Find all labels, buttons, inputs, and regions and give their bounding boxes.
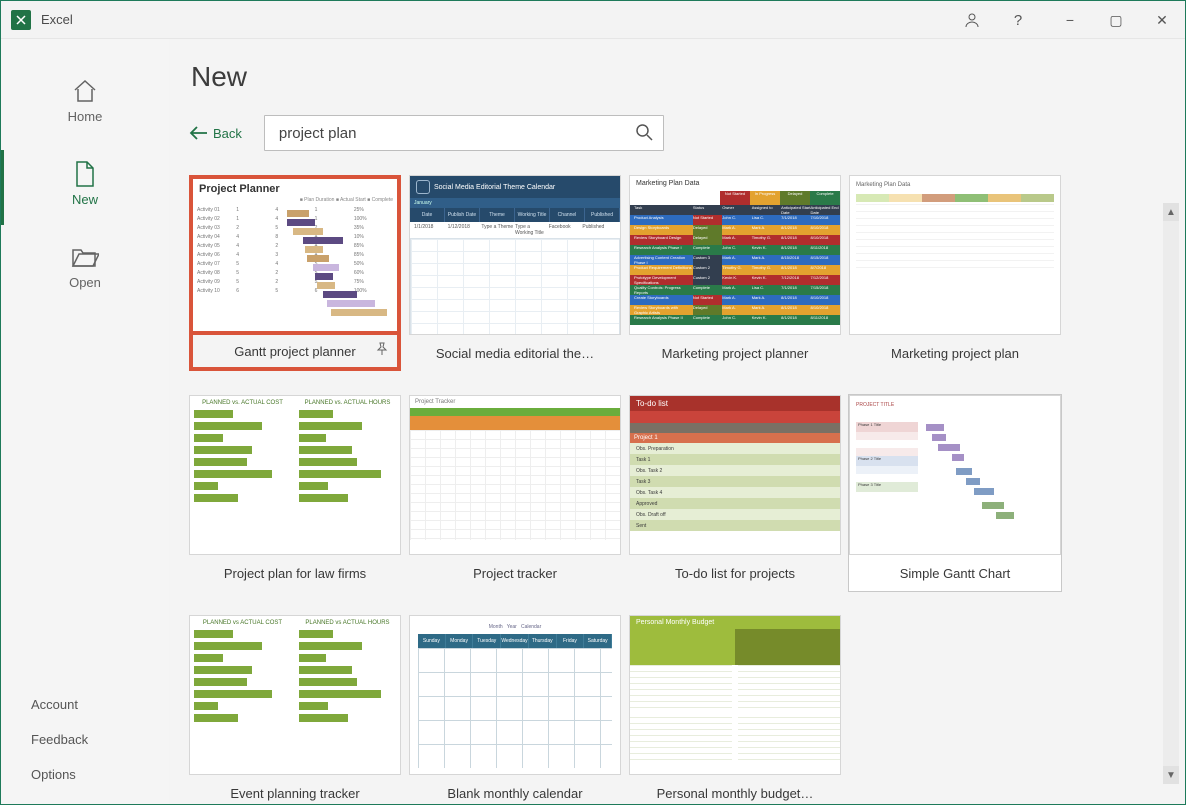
window-controls: − ▢ ✕: [1047, 1, 1185, 39]
template-label: Project tracker: [473, 566, 557, 581]
template-thumb: To-do list Project 1 Obs. Preparation Ta…: [629, 395, 841, 555]
home-icon: [1, 77, 169, 105]
minimize-button[interactable]: −: [1047, 1, 1093, 39]
content-pane: New Back Project Planner ■ Plan Duration…: [169, 39, 1185, 804]
open-icon: [1, 243, 169, 271]
sidebar-item-open[interactable]: Open: [1, 229, 169, 312]
search-top-bar: Back: [189, 115, 1151, 151]
excel-app-icon: [11, 10, 31, 30]
template-label: Marketing project planner: [662, 346, 809, 361]
template-thumb: Month Year Calendar SundayMondayTuesdayW…: [409, 615, 621, 775]
page-title: New: [191, 61, 1151, 93]
account-icon[interactable]: [949, 1, 995, 39]
template-thumb: Personal Monthly Budget: [629, 615, 841, 775]
scroll-down-button[interactable]: ▼: [1163, 766, 1179, 784]
backstage-main: Home New Open Account Feedback Options N…: [1, 39, 1185, 804]
sidebar-item-home[interactable]: Home: [1, 63, 169, 146]
back-label: Back: [213, 126, 242, 141]
template-card-project-tracker[interactable]: Project Tracker Project tracker: [409, 395, 621, 591]
pin-icon[interactable]: [375, 342, 389, 359]
scrollbar-vertical[interactable]: ▲ ▼: [1163, 203, 1179, 784]
template-label: Project plan for law firms: [224, 566, 366, 581]
template-thumb: Marketing Plan Data: [849, 175, 1061, 335]
template-label: Personal monthly budget…: [657, 786, 814, 801]
template-thumb: Marketing Plan Data Not Started In Progr…: [629, 175, 841, 335]
close-button[interactable]: ✕: [1139, 1, 1185, 39]
template-card-blank-calendar[interactable]: Month Year Calendar SundayMondayTuesdayW…: [409, 615, 621, 804]
help-icon[interactable]: ?: [995, 1, 1041, 39]
sidebar-bottom-links: Account Feedback Options: [1, 687, 169, 792]
scroll-up-button[interactable]: ▲: [1163, 203, 1179, 221]
template-label: Marketing project plan: [891, 346, 1019, 361]
search-icon[interactable]: [635, 123, 653, 144]
template-thumb: PLANNED vs ACTUAL COST PLANNED vs ACTUAL…: [189, 615, 401, 775]
template-card-todo-list[interactable]: To-do list Project 1 Obs. Preparation Ta…: [629, 395, 841, 591]
sidebar: Home New Open Account Feedback Options: [1, 39, 169, 804]
template-thumb: Project Planner ■ Plan Duration ■ Actual…: [189, 175, 401, 335]
template-card-simple-gantt[interactable]: PROJECT TITLE Phase 1 Title Phase 2 Titl…: [849, 395, 1061, 591]
title-bar: Excel ? − ▢ ✕: [1, 1, 1185, 39]
sidebar-item-new[interactable]: New: [1, 146, 169, 229]
thumb-title: Project Planner: [193, 179, 397, 197]
template-card-event-planning[interactable]: PLANNED vs ACTUAL COST PLANNED vs ACTUAL…: [189, 615, 401, 804]
template-card-marketing-planner[interactable]: Marketing Plan Data Not Started In Progr…: [629, 175, 841, 371]
template-grid: Project Planner ■ Plan Duration ■ Actual…: [189, 175, 1151, 804]
template-thumb: PLANNED vs. ACTUAL COST PLANNED vs. ACTU…: [189, 395, 401, 555]
template-label: Social media editorial the…: [436, 346, 594, 361]
template-label: Simple Gantt Chart: [900, 566, 1011, 581]
sidebar-item-label: Open: [1, 275, 169, 290]
template-card-monthly-budget[interactable]: Personal Monthly Budget: [629, 615, 841, 804]
template-card-gantt-planner[interactable]: Project Planner ■ Plan Duration ■ Actual…: [189, 175, 401, 371]
template-card-marketing-plan[interactable]: Marketing Plan Data Marketing project pl…: [849, 175, 1061, 371]
template-label: Event planning tracker: [230, 786, 359, 801]
back-button[interactable]: Back: [189, 126, 242, 141]
app-name: Excel: [41, 12, 73, 27]
template-card-social-media[interactable]: Social Media Editorial Theme Calendar Ja…: [409, 175, 621, 371]
template-label-row: Gantt project planner: [189, 335, 401, 371]
template-search[interactable]: [264, 115, 664, 151]
sidebar-item-label: Home: [1, 109, 169, 124]
template-label: To-do list for projects: [675, 566, 795, 581]
sidebar-item-label: New: [1, 192, 169, 207]
sidebar-link-account[interactable]: Account: [1, 687, 169, 722]
thumb-legend: ■ Plan Duration ■ Actual Start ■ Complet…: [193, 197, 397, 205]
template-thumb: Project Tracker: [409, 395, 621, 555]
template-thumb: Social Media Editorial Theme Calendar Ja…: [409, 175, 621, 335]
template-thumb: PROJECT TITLE Phase 1 Title Phase 2 Titl…: [849, 395, 1061, 555]
search-input[interactable]: [277, 124, 635, 143]
template-label: Gantt project planner: [234, 344, 355, 359]
template-card-law-firms[interactable]: PLANNED vs. ACTUAL COST PLANNED vs. ACTU…: [189, 395, 401, 591]
template-label: Blank monthly calendar: [447, 786, 582, 801]
new-icon: [1, 160, 169, 188]
sidebar-link-options[interactable]: Options: [1, 757, 169, 792]
sidebar-link-feedback[interactable]: Feedback: [1, 722, 169, 757]
maximize-button[interactable]: ▢: [1093, 1, 1139, 39]
